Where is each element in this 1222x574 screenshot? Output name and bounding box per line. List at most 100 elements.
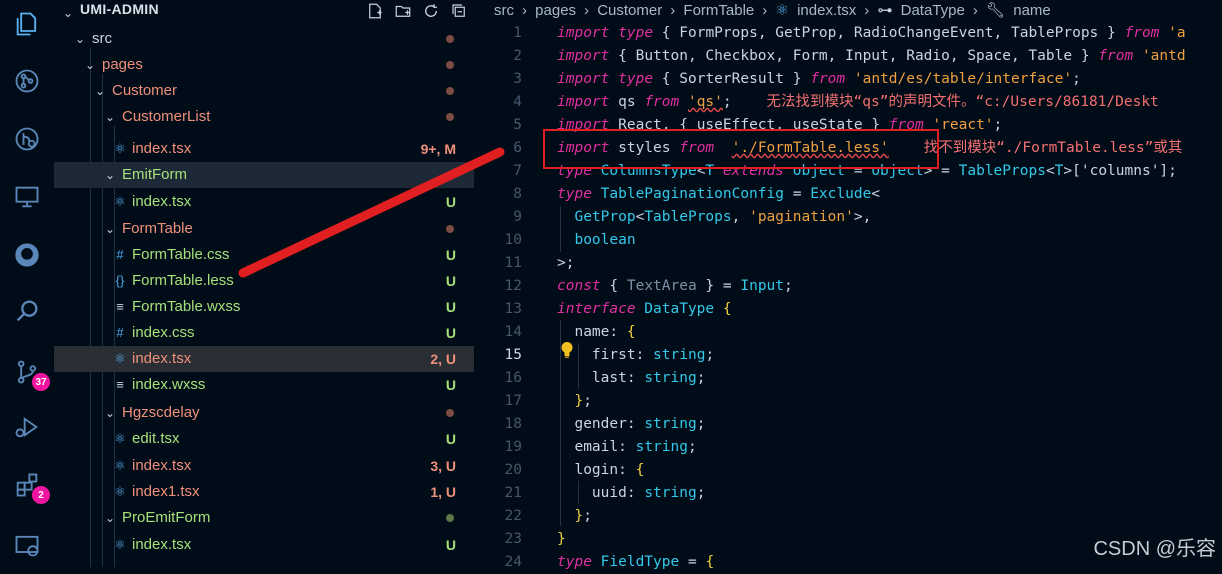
tree-file[interactable]: ⚛ index.tsx 3, U: [54, 453, 474, 479]
git-history-icon[interactable]: [10, 122, 44, 156]
code-line: gender: string;: [557, 413, 705, 436]
error-highlight-box: [543, 129, 939, 169]
code-token: ;: [784, 278, 793, 294]
git-status-dot: [446, 87, 454, 95]
react-file-icon: ⚛: [114, 484, 126, 499]
extensions-icon[interactable]: 2: [10, 468, 50, 504]
text-file-icon: ≡: [116, 299, 124, 314]
code-token: ;: [696, 416, 706, 432]
files-icon[interactable]: [10, 7, 44, 41]
tree-item-label: index.wxss: [132, 376, 206, 393]
tree-folder[interactable]: ⌄ Hgzscdelay: [54, 400, 474, 426]
chevron-down-icon[interactable]: ⌄: [82, 52, 98, 78]
line-number: 2: [513, 48, 522, 64]
tree-folder[interactable]: ⌄ EmitForm: [54, 162, 474, 188]
line-number: 24: [504, 554, 522, 570]
tree-file[interactable]: ⚛ edit.tsx U: [54, 426, 474, 452]
tree-file[interactable]: # index.css U: [54, 320, 474, 346]
breadcrumb-item[interactable]: name: [1013, 2, 1051, 19]
code-token: import: [557, 25, 610, 41]
code-line: >;: [557, 252, 574, 275]
search-icon[interactable]: [10, 294, 44, 328]
source-control-graph-icon[interactable]: [10, 64, 44, 98]
git-status-badge: U: [445, 537, 456, 553]
code-token: TableProps: [958, 163, 1046, 179]
tree-folder[interactable]: ⌄ FormTable: [54, 216, 474, 242]
tree-folder[interactable]: ⌄ ProEmitForm: [54, 505, 474, 531]
code-token: {: [609, 48, 636, 64]
chevron-down-icon[interactable]: ⌄: [72, 26, 88, 52]
tree-folder[interactable]: ⌄ src: [54, 26, 474, 52]
breadcrumb-item[interactable]: FormTable: [683, 2, 754, 19]
tree-file[interactable]: # FormTable.css U: [54, 242, 474, 268]
chevron-down-icon[interactable]: ⌄: [102, 162, 118, 188]
github-icon[interactable]: [10, 238, 44, 272]
line-number: 15: [504, 347, 522, 363]
tree-item-label: index.tsx: [132, 140, 192, 157]
tree-item-label: FormTable: [122, 220, 193, 237]
code-token: login: [574, 462, 619, 478]
breadcrumb-item[interactable]: DataType: [901, 2, 965, 19]
chevron-down-icon[interactable]: ⌄: [60, 0, 76, 26]
code-token: :: [618, 462, 636, 478]
code-token: <: [1045, 163, 1055, 179]
tree-file[interactable]: ⚛ index.tsx 9+, M: [54, 136, 474, 162]
remote-icon[interactable]: [10, 528, 44, 562]
breadcrumb-item[interactable]: pages: [535, 2, 576, 19]
lightbulb-icon[interactable]: [560, 341, 574, 359]
code-token: =: [783, 186, 811, 202]
new-folder-icon[interactable]: [392, 0, 414, 22]
tree-file[interactable]: ⚛ index.tsx 2, U: [54, 346, 474, 372]
chevron-down-icon[interactable]: ⌄: [102, 505, 118, 531]
code-token: DataType: [635, 301, 715, 317]
code-token: {: [714, 301, 732, 317]
breadcrumb-item[interactable]: Customer: [597, 2, 662, 19]
refresh-icon[interactable]: [420, 0, 442, 22]
tree-file[interactable]: ≡ index.wxss U: [54, 372, 474, 398]
code-token: :: [609, 324, 627, 340]
git-status-dot: [446, 35, 454, 43]
breadcrumb-item[interactable]: src: [494, 2, 514, 19]
chevron-down-icon[interactable]: ⌄: [102, 400, 118, 426]
code-token: string: [635, 439, 688, 455]
line-number: 21: [504, 485, 522, 501]
git-status-badge: 3, U: [430, 458, 456, 474]
tree-folder[interactable]: ⌄ CustomerList: [54, 104, 474, 130]
code-token: qs: [609, 94, 645, 110]
code-token: }: [1098, 25, 1125, 41]
tree-item-label: FormTable.less: [132, 272, 234, 289]
tree-file[interactable]: {} FormTable.less U: [54, 268, 474, 294]
git-status-badge: U: [445, 431, 456, 447]
chevron-down-icon[interactable]: ⌄: [92, 78, 108, 104]
tree-file[interactable]: ≡ FormTable.wxss U: [54, 294, 474, 320]
run-debug-icon[interactable]: [10, 410, 44, 444]
code-token: {: [600, 278, 627, 294]
code-line: import type { FormProps, GetProp, RadioC…: [557, 22, 1186, 45]
react-file-icon: ⚛: [114, 431, 126, 446]
code-line: last: string;: [557, 367, 706, 390]
code-token: GetProp: [574, 209, 636, 225]
remote-explorer-icon[interactable]: [10, 180, 44, 214]
code-token: {: [653, 25, 680, 41]
chevron-down-icon[interactable]: ⌄: [102, 216, 118, 242]
tree-folder[interactable]: ⌄ pages: [54, 52, 474, 78]
code-token: type: [557, 186, 592, 202]
tree-file[interactable]: ⚛ index.tsx U: [54, 532, 474, 558]
code-line: import type { SorterResult } from 'antd/…: [557, 68, 1081, 91]
source-control-icon[interactable]: 37: [10, 355, 50, 391]
collapse-all-icon[interactable]: [448, 0, 470, 22]
new-file-icon[interactable]: [364, 0, 386, 22]
tree-file[interactable]: ⚛ index1.tsx 1, U: [54, 479, 474, 505]
git-status-badge: U: [445, 273, 456, 289]
git-status-badge: 1, U: [430, 484, 456, 500]
react-file-icon: ⚛: [114, 141, 126, 156]
tree-folder[interactable]: ⌄ Customer: [54, 78, 474, 104]
tree-file[interactable]: ⚛ index.tsx U: [54, 189, 474, 215]
git-status-dot: [446, 514, 454, 522]
chevron-down-icon[interactable]: ⌄: [102, 104, 118, 130]
breadcrumb-item[interactable]: index.tsx: [797, 2, 856, 19]
